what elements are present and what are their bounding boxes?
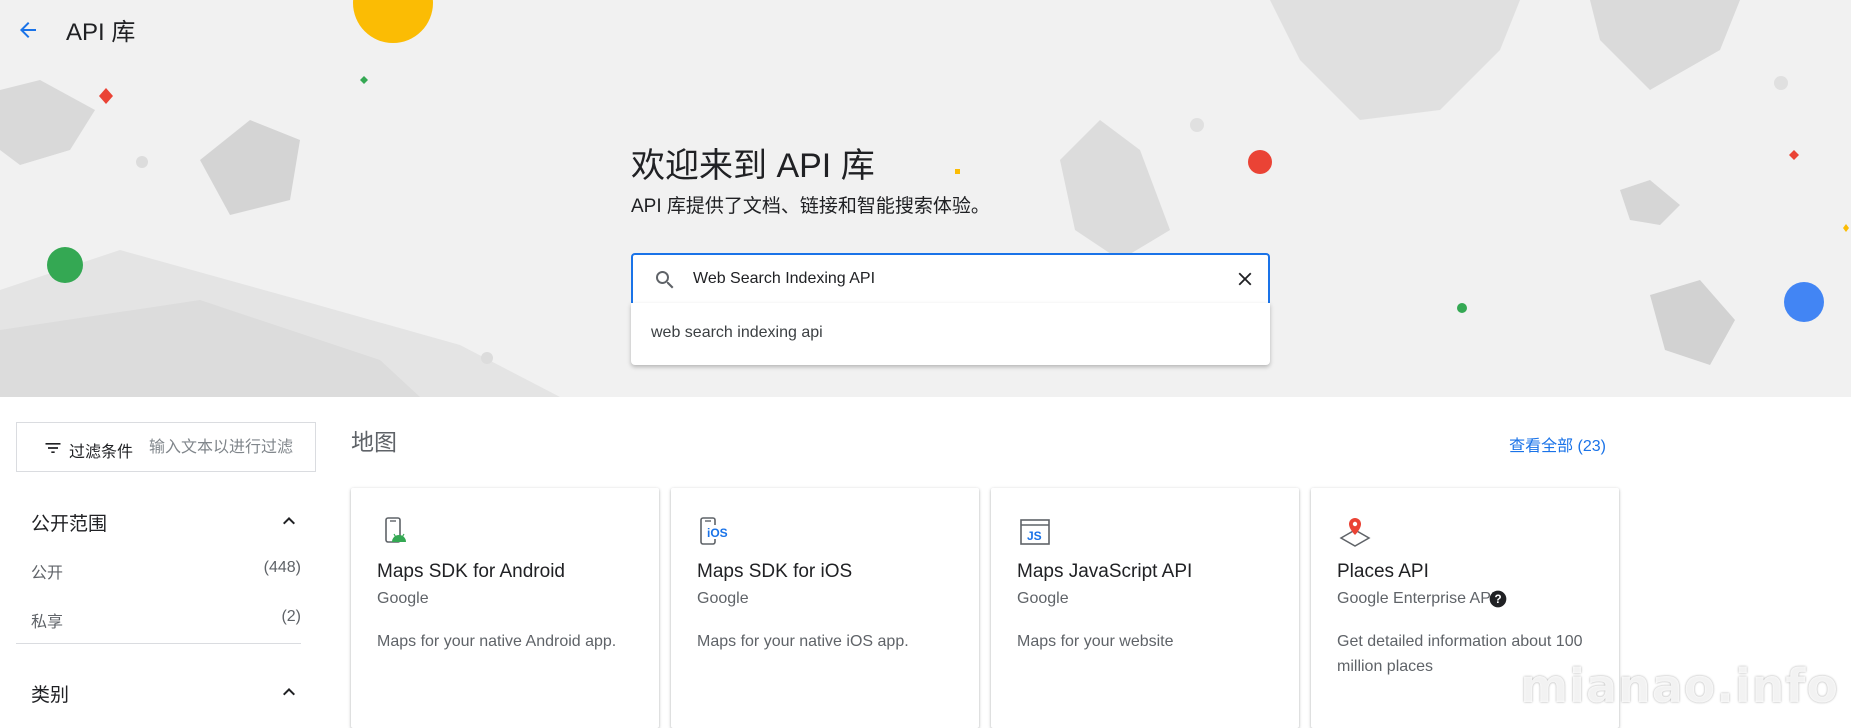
api-search-box[interactable]	[631, 253, 1270, 303]
filter-input[interactable]	[149, 435, 309, 461]
api-card-maps-javascript[interactable]: JS Maps JavaScript API Google Maps for y…	[991, 488, 1299, 728]
suggestion-item[interactable]: web search indexing api	[631, 313, 1270, 353]
card-title: Maps SDK for Android	[377, 561, 565, 582]
section-title: 类别	[31, 685, 70, 706]
filter-box[interactable]: 过滤条件	[16, 422, 316, 472]
section-title: 公开范围	[31, 514, 108, 535]
card-title: Maps SDK for iOS	[697, 561, 853, 582]
page-title: API 库	[66, 19, 136, 46]
section-visibility-header[interactable]: 公开范围	[31, 501, 301, 541]
clear-search-button[interactable]	[1232, 266, 1258, 292]
card-title: Places API	[1337, 561, 1429, 582]
chevron-up-icon	[283, 517, 295, 525]
android-phone-icon	[385, 517, 406, 543]
chevron-up-icon	[283, 688, 295, 696]
facet-label: 私享	[31, 614, 64, 631]
ios-phone-icon: iOS	[700, 517, 728, 545]
facet-label: 公开	[31, 565, 64, 582]
search-icon	[656, 271, 674, 289]
facet-public[interactable]: 公开 (448)	[31, 553, 301, 583]
filter-label: 过滤条件	[69, 444, 134, 461]
api-card-maps-android[interactable]: Maps SDK for Android Google Maps for you…	[351, 488, 659, 728]
section-category-header[interactable]: 类别	[31, 672, 301, 712]
card-vendor: Google	[377, 590, 429, 607]
welcome-subheading: API 库提供了文档、链接和智能搜索体验。	[631, 196, 990, 217]
facet-count: (2)	[281, 608, 301, 625]
search-input[interactable]	[693, 264, 1213, 294]
card-vendor: Google	[697, 590, 749, 607]
javascript-window-icon: JS	[1020, 519, 1050, 545]
facet-private[interactable]: 私享 (2)	[31, 602, 301, 632]
arrow-back-icon	[20, 22, 36, 38]
close-icon	[1238, 272, 1252, 286]
svg-text:JS: JS	[1027, 529, 1042, 543]
facet-count: (448)	[263, 559, 301, 576]
welcome-heading: 欢迎来到 API 库	[631, 147, 875, 185]
card-vendor: Google	[1017, 590, 1069, 607]
watermark: mianao.info	[1520, 659, 1839, 713]
category-title: 地图	[351, 429, 397, 455]
filter-list-icon	[45, 443, 61, 453]
api-card-maps-ios[interactable]: iOS Maps SDK for iOS Google Maps for you…	[671, 488, 979, 728]
card-description: Maps for your native iOS app.	[697, 633, 909, 650]
map-pin-icon	[1339, 518, 1371, 547]
card-vendor: Google Enterprise API	[1337, 590, 1496, 607]
card-description: Maps for your native Android app.	[377, 633, 617, 650]
help-icon[interactable]: ?	[1488, 589, 1508, 609]
svg-text:?: ?	[1494, 593, 1501, 606]
card-description: Maps for your website	[1017, 633, 1174, 650]
view-all-link[interactable]: 查看全部 (23)	[1509, 432, 1606, 456]
svg-text:iOS: iOS	[707, 526, 728, 540]
search-suggestions: web search indexing api	[631, 303, 1270, 365]
card-title: Maps JavaScript API	[1017, 561, 1193, 582]
back-button[interactable]	[8, 10, 48, 50]
hero-banner: API 库 欢迎来到 API 库 API 库提供了文档、链接和智能搜索体验。 w…	[0, 0, 1851, 397]
sidebar-divider	[16, 643, 301, 644]
